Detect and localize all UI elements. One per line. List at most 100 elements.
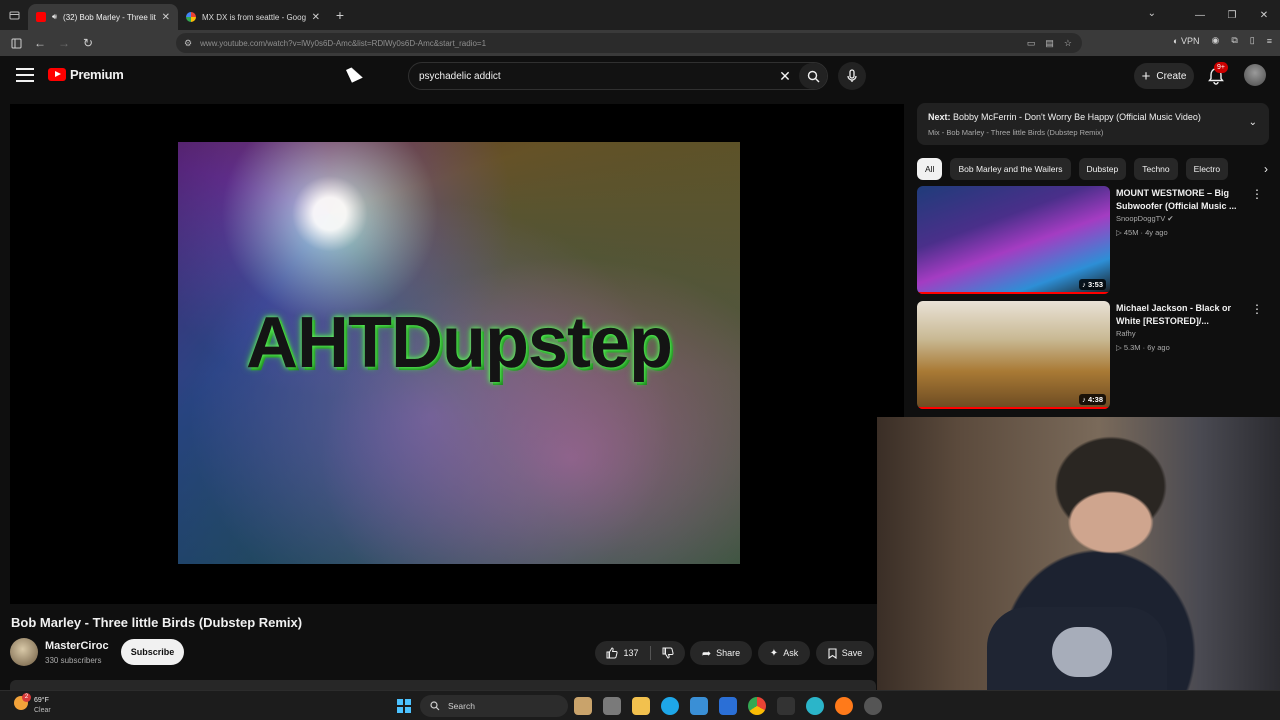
chrome-icon[interactable]: [748, 697, 766, 715]
profile-icon[interactable]: ◉: [1211, 35, 1219, 46]
browser-extensions: ◐ VPN ◉ ⧉ ▯ ≡: [1173, 35, 1272, 46]
video-thumbnail[interactable]: ♪ 4:38: [917, 301, 1110, 409]
recommendation-item[interactable]: ♪ 3:53 MOUNT WESTMORE – Big Subwoofer (O…: [917, 186, 1269, 294]
taskbar-apps: [574, 697, 882, 715]
taskbar-app-icon[interactable]: [574, 697, 592, 715]
app-icon[interactable]: [864, 697, 882, 715]
extensions-icon[interactable]: ⧉: [1231, 35, 1237, 46]
duration-badge: ♪ 3:53: [1079, 279, 1106, 290]
logo-text: Premium: [70, 67, 124, 82]
sidebar-toggle-icon[interactable]: [4, 30, 28, 56]
browser-tab-youtube[interactable]: 🔊︎ (32) Bob Marley - Three littl ✕: [28, 4, 178, 30]
chip-electro[interactable]: Electro: [1185, 158, 1229, 180]
view-count: 45M: [1123, 228, 1139, 237]
up-next-title: Next: Bobby McFerrin - Don't Worry Be Ha…: [928, 112, 1201, 122]
task-view-icon[interactable]: [603, 697, 621, 715]
search-input[interactable]: [409, 70, 771, 82]
bookmark-star-icon[interactable]: ☆: [1064, 38, 1072, 49]
tab-actions-icon[interactable]: [0, 0, 28, 30]
next-video-title: Bobby McFerrin - Don't Worry Be Happy (O…: [953, 112, 1201, 122]
subscribe-button[interactable]: Subscribe: [121, 639, 184, 665]
weather-badge: 2: [22, 693, 31, 702]
firefox-icon[interactable]: [835, 697, 853, 715]
outlook-icon[interactable]: [719, 697, 737, 715]
plus-icon: +: [1141, 67, 1151, 85]
forward-icon[interactable]: →: [52, 30, 76, 56]
youtube-masthead: Premium ✕ + Create 9+: [0, 56, 1280, 96]
weather-temperature: 69°F: [34, 697, 49, 704]
recommendation-meta: ▷ 45M · 4y ago: [1116, 228, 1168, 237]
site-info-icon[interactable]: ⚙: [184, 38, 192, 49]
minimize-icon[interactable]: —: [1184, 0, 1216, 30]
create-button[interactable]: + Create: [1134, 63, 1194, 89]
channel-name[interactable]: MasterCiroc: [45, 640, 109, 652]
more-options-icon[interactable]: ⋮: [1251, 303, 1263, 315]
recommendation-item[interactable]: ♪ 4:38 Michael Jackson - Black or White …: [917, 301, 1269, 409]
account-avatar[interactable]: [1244, 64, 1266, 86]
search-icon: [430, 701, 440, 711]
guide-menu-icon[interactable]: [16, 68, 34, 82]
vpn-button[interactable]: ◐ VPN: [1173, 36, 1199, 46]
vpn-label: VPN: [1180, 35, 1200, 46]
microphone-icon: [847, 69, 857, 82]
chevron-down-icon[interactable]: ⌄: [1249, 117, 1257, 128]
up-next-panel[interactable]: Next: Bobby McFerrin - Don't Worry Be Ha…: [917, 103, 1269, 145]
duration-text: 3:53: [1087, 280, 1103, 289]
search-button[interactable]: [799, 63, 827, 89]
chip-bob-marley[interactable]: Bob Marley and the Wailers: [950, 158, 1071, 180]
url-field[interactable]: ⚙ www.youtube.com/watch?v=lWy0s6D-Amc&li…: [176, 33, 1082, 53]
save-label: Save: [841, 648, 863, 658]
voice-search-button[interactable]: [838, 62, 866, 90]
save-button[interactable]: Save: [816, 641, 874, 665]
watch-progress-bar: [917, 407, 1110, 409]
browser-tab-google[interactable]: MX DX is from seattle - Google ✕: [178, 4, 328, 30]
recommendation-meta: ▷ 5.3M · 6y ago: [1116, 343, 1170, 352]
share-arrow-icon: ➦: [701, 647, 712, 660]
tab-search-chevron-icon[interactable]: ⌄: [1148, 8, 1156, 19]
store-icon[interactable]: [690, 697, 708, 715]
ask-button[interactable]: ✦ Ask: [758, 641, 810, 665]
thumbs-down-icon[interactable]: [662, 647, 674, 659]
chip-all[interactable]: All: [917, 158, 943, 180]
edge-browser-icon[interactable]: [661, 697, 679, 715]
video-player[interactable]: AHTDupstep: [10, 104, 904, 604]
channel-avatar[interactable]: [10, 638, 38, 666]
audio-playing-icon[interactable]: 🔊︎: [52, 12, 57, 22]
description-box[interactable]: [10, 680, 876, 690]
close-tab-icon[interactable]: ✕: [312, 12, 320, 23]
recommendation-title: MOUNT WESTMORE – Big Subwoofer (Official…: [1116, 188, 1237, 211]
start-windows-icon[interactable]: [397, 699, 411, 713]
copilot-icon[interactable]: [806, 697, 824, 715]
video-thumbnail[interactable]: ♪ 3:53: [917, 186, 1110, 294]
duration-text: 4:38: [1087, 395, 1103, 404]
install-app-icon[interactable]: ▭: [1027, 38, 1036, 49]
chip-techno[interactable]: Techno: [1134, 158, 1178, 180]
youtube-logo[interactable]: Premium: [48, 67, 124, 82]
like-divider: [649, 646, 651, 660]
window-controls: — ❐ ✕: [1184, 0, 1280, 30]
taskbar-search[interactable]: Search: [420, 695, 568, 717]
like-button[interactable]: 137: [606, 647, 639, 659]
close-window-icon[interactable]: ✕: [1248, 0, 1280, 30]
share-label: Share: [716, 648, 741, 658]
next-label: Next:: [928, 112, 951, 122]
terminal-icon[interactable]: [777, 697, 795, 715]
reload-icon[interactable]: ↻: [76, 30, 100, 56]
split-screen-icon[interactable]: ▯: [1250, 35, 1255, 46]
menu-icon[interactable]: ≡: [1267, 36, 1272, 46]
upload-age: 6y ago: [1147, 343, 1170, 352]
clear-search-icon[interactable]: ✕: [771, 68, 799, 85]
close-tab-icon[interactable]: ✕: [162, 12, 170, 23]
more-options-icon[interactable]: ⋮: [1251, 188, 1263, 200]
restore-icon[interactable]: ❐: [1216, 0, 1248, 30]
chevron-right-icon[interactable]: ›: [1244, 158, 1268, 180]
new-tab-icon[interactable]: +: [328, 7, 352, 23]
back-icon[interactable]: ←: [28, 30, 52, 56]
chip-dubstep[interactable]: Dubstep: [1078, 158, 1127, 180]
share-button[interactable]: ➦ Share: [690, 641, 752, 665]
reader-mode-icon[interactable]: ▤: [1045, 38, 1054, 49]
filter-chips: All Bob Marley and the Wailers Dubstep T…: [917, 158, 1269, 180]
like-dislike-group: 137: [595, 641, 685, 665]
file-explorer-icon[interactable]: [632, 697, 650, 715]
google-favicon-icon: [186, 12, 196, 22]
